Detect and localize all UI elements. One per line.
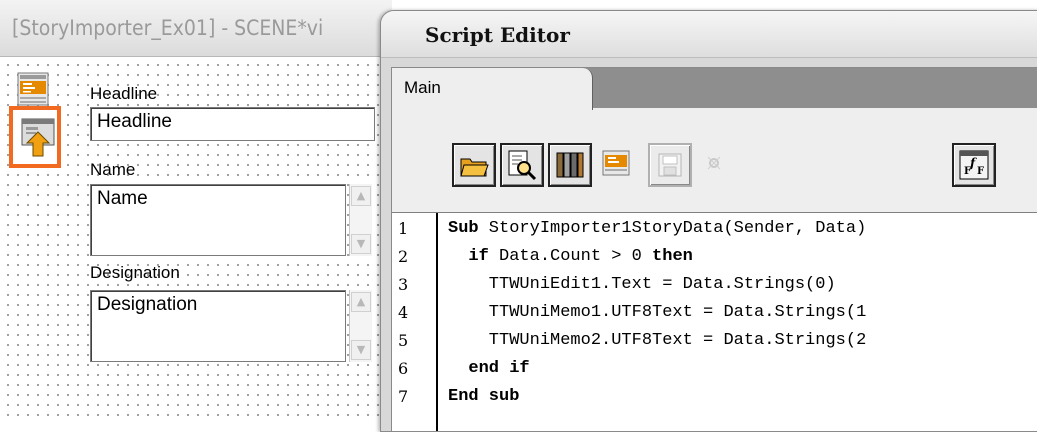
import-icon: [21, 118, 55, 157]
svg-text:F: F: [977, 166, 984, 177]
save-icon: [658, 153, 682, 177]
designation-memo[interactable]: Designation: [90, 290, 346, 362]
designer-title-bar[interactable]: [StoryImporter_Ex01] - SCENE*vi: [0, 0, 392, 57]
line-number: 7: [398, 387, 409, 406]
code-line: end if: [448, 359, 530, 378]
open-folder-icon: [460, 158, 489, 177]
open-button[interactable]: [452, 143, 496, 187]
headline-label: Headline: [90, 84, 158, 103]
code-keyword: End sub: [448, 387, 520, 406]
tab-main[interactable]: Main: [392, 68, 593, 110]
line-number: 5: [398, 331, 409, 350]
code-keyword: end if: [468, 359, 530, 378]
editor-body: Main F f F 1 2 3 4 5 6 7 Sub StoryImport…: [391, 67, 1037, 431]
line-number-gutter: 1 2 3 4 5 6 7: [392, 213, 438, 431]
tab-main-label: Main: [404, 78, 441, 97]
designation-label: Designation: [90, 263, 180, 282]
scroll-down-button[interactable]: ▼: [351, 234, 371, 254]
name-label: Name: [90, 160, 136, 179]
functions-button[interactable]: F f F: [952, 143, 996, 187]
save-button[interactable]: [648, 143, 692, 187]
code-line: if Data.Count > 0 then: [448, 247, 693, 266]
library-button[interactable]: [548, 143, 592, 187]
code-keyword: Sub: [448, 219, 479, 238]
find-button[interactable]: [500, 143, 544, 187]
code-keyword: then: [652, 247, 693, 266]
designer-title: [StoryImporter_Ex01] - SCENE*vi: [12, 16, 324, 40]
line-number: 6: [398, 359, 409, 378]
story-importer-component[interactable]: [16, 72, 50, 106]
scene-designer-window: [StoryImporter_Ex01] - SCENE*vi Headline…: [0, 0, 392, 419]
editor-title: Script Editor: [425, 23, 570, 47]
line-number: 4: [398, 303, 409, 322]
disabled-tool-button[interactable]: [694, 143, 738, 187]
search-icon: [508, 150, 537, 181]
story-importer-icon: [17, 72, 49, 106]
scroll-down-button[interactable]: ▼: [351, 340, 371, 360]
scroll-up-button[interactable]: ▲: [351, 292, 371, 312]
code-line: TTWUniMemo1.UTF8Text = Data.Strings(1: [448, 303, 867, 322]
component-icon: [602, 150, 630, 176]
line-number: 1: [398, 219, 409, 238]
code-editor[interactable]: 1 2 3 4 5 6 7 Sub StoryImporter1StoryDat…: [392, 212, 1037, 431]
code-line: TTWUniMemo2.UTF8Text = Data.Strings(2: [448, 331, 867, 350]
line-number: 3: [398, 275, 409, 294]
code-keyword: if: [468, 247, 489, 266]
code-line: Sub StoryImporter1StoryData(Sender, Data…: [448, 219, 866, 238]
designation-memo-scrollbar[interactable]: ▲ ▼: [349, 290, 372, 362]
import-tool-highlight[interactable]: [9, 106, 61, 168]
component-button[interactable]: [596, 143, 640, 187]
name-memo-scrollbar[interactable]: ▲ ▼: [349, 184, 372, 256]
editor-title-bar[interactable]: Script Editor: [381, 11, 1037, 58]
code-line: End sub: [448, 387, 519, 406]
disabled-icon: [707, 156, 721, 170]
code-line: TTWUniEdit1.Text = Data.Strings(0): [448, 275, 836, 294]
name-memo[interactable]: Name: [90, 184, 346, 256]
headline-field[interactable]: Headline: [90, 107, 375, 141]
script-editor-window: Script Editor Main F f F 1 2 3 4 5 6 7 S…: [380, 10, 1037, 432]
code-text: Data.Count > 0: [488, 247, 653, 266]
code-text: StoryImporter1StoryData(Sender, Data): [478, 219, 867, 238]
functions-icon: F f F: [959, 150, 989, 180]
import-tool[interactable]: [21, 118, 55, 157]
scroll-up-button[interactable]: ▲: [351, 186, 371, 206]
line-number: 2: [398, 247, 409, 266]
library-icon: [556, 152, 584, 178]
